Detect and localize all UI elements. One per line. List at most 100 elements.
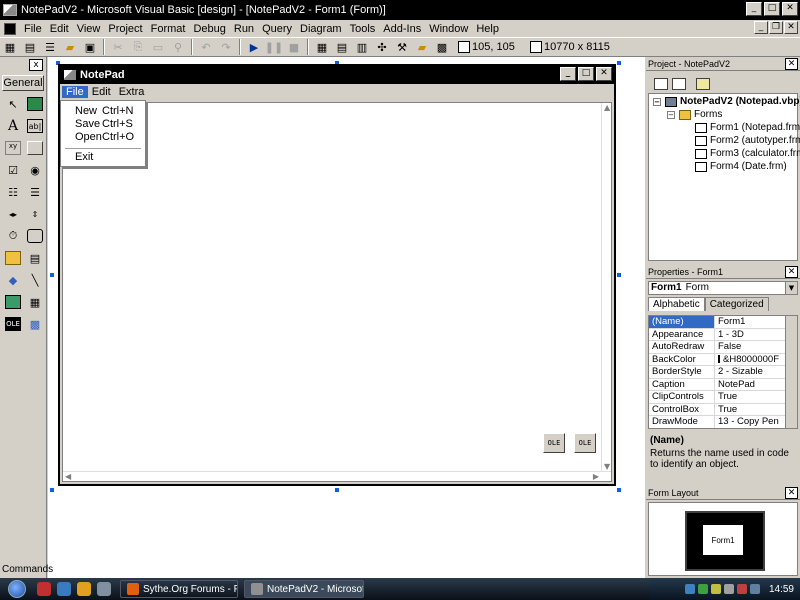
menu-debug[interactable]: Debug — [189, 23, 229, 35]
property-value[interactable]: &H8000000F — [715, 354, 779, 366]
frame-tool-icon[interactable]: xy — [2, 137, 24, 159]
line-tool-icon[interactable]: ╲ — [24, 269, 46, 291]
properties-window-icon[interactable]: ▤ — [333, 39, 351, 55]
property-row[interactable]: ClipControls True — [649, 391, 797, 404]
tray-icon[interactable] — [723, 584, 734, 594]
scroll-right-arrow[interactable]: ▶ — [593, 472, 599, 481]
minimize-button[interactable]: _ — [746, 2, 762, 16]
resize-handle[interactable] — [617, 273, 621, 277]
find-icon[interactable]: ⚲ — [169, 39, 187, 55]
taskbar-clock[interactable]: 14:59 — [769, 584, 794, 595]
project-explorer-icon[interactable]: ▦ — [313, 39, 331, 55]
tray-icon[interactable] — [736, 584, 747, 594]
form-maximize-button[interactable]: □ — [578, 67, 594, 81]
form-menu-extra[interactable]: Extra — [115, 86, 149, 98]
mdi-close-button[interactable]: ✕ — [784, 21, 798, 34]
form-minimize-button[interactable]: _ — [560, 67, 576, 81]
vscrollbar-tool-icon[interactable]: ⇕ — [24, 203, 46, 225]
open-project-icon[interactable]: ▰ — [61, 39, 79, 55]
view-code-icon[interactable] — [654, 78, 668, 90]
paste-icon[interactable]: ▭ — [149, 39, 167, 55]
taskbar-button-firefox[interactable]: Sythe.Org Forums - P... — [120, 580, 238, 598]
image-tool-icon[interactable] — [2, 291, 24, 313]
menu-query[interactable]: Query — [258, 23, 296, 35]
scroll-left-arrow[interactable]: ◀ — [65, 472, 71, 481]
menu-diagram[interactable]: Diagram — [296, 23, 346, 35]
tree-node-form[interactable]: Form4 (Date.frm) — [695, 161, 787, 172]
pointer-tool-icon[interactable]: ↖ — [2, 93, 24, 115]
menu-item-open[interactable]: Open Ctrl+O — [75, 131, 134, 143]
timer-tool-icon[interactable]: ⏱ — [2, 225, 24, 247]
menu-add-ins[interactable]: Add-Ins — [379, 23, 425, 35]
property-value[interactable]: True — [715, 404, 779, 416]
menu-project[interactable]: Project — [104, 23, 146, 35]
menu-format[interactable]: Format — [147, 23, 190, 35]
copy-icon[interactable]: ⎘ — [129, 39, 147, 55]
filelistbox-tool-icon[interactable]: ▤ — [24, 247, 46, 269]
ole-tool-icon[interactable]: OLE — [2, 313, 24, 335]
tree-node-form[interactable]: Form3 (calculator.frm) — [695, 148, 800, 159]
add-project-icon[interactable]: ▦ — [1, 39, 19, 55]
property-value[interactable]: NotePad — [715, 379, 779, 391]
quicklaunch-icon[interactable] — [57, 582, 71, 596]
property-value[interactable]: 2 - Sizable — [715, 366, 779, 378]
project-close-button[interactable]: ✕ — [785, 58, 798, 70]
property-row[interactable]: Appearance 1 - 3D — [649, 328, 797, 341]
property-row[interactable]: (Name) Form1 — [649, 316, 797, 329]
menu-edit[interactable]: Edit — [46, 23, 73, 35]
quicklaunch-icon[interactable] — [37, 582, 51, 596]
taskbar-button-vb[interactable]: NotePadV2 - Microsoft... — [244, 580, 364, 598]
mdi-minimize-button[interactable]: _ — [754, 21, 768, 34]
component-manager-icon[interactable]: ▩ — [433, 39, 451, 55]
menu-item-new[interactable]: New Ctrl+N — [75, 105, 133, 117]
data-view-icon[interactable]: ▰ — [413, 39, 431, 55]
form-preview[interactable]: Form1 — [701, 523, 745, 557]
textbox-tool-icon[interactable]: ab| — [24, 115, 46, 137]
resize-handle[interactable] — [50, 488, 54, 492]
toggle-folders-icon[interactable] — [696, 78, 710, 90]
menu-item-exit[interactable]: Exit — [75, 151, 93, 163]
save-project-icon[interactable]: ▣ — [81, 39, 99, 55]
resize-handle[interactable] — [617, 61, 621, 65]
mdi-restore-button[interactable]: ❐ — [769, 21, 783, 34]
object-selector[interactable]: Form1 Form ▼ — [648, 281, 798, 295]
property-row[interactable]: AutoRedraw False — [649, 341, 797, 354]
horizontal-scrollbar[interactable]: ◀ ▶ — [63, 471, 611, 481]
undo-icon[interactable]: ↶ — [197, 39, 215, 55]
property-row[interactable]: ControlBox True — [649, 403, 797, 416]
form-menu-edit[interactable]: Edit — [88, 86, 115, 98]
chevron-down-icon[interactable]: ▼ — [785, 282, 797, 294]
scroll-up-arrow[interactable]: ▲ — [604, 103, 610, 112]
menu-editor-icon[interactable]: ☰ — [41, 39, 59, 55]
maximize-button[interactable]: □ — [764, 2, 780, 16]
form-layout-icon[interactable]: ▥ — [353, 39, 371, 55]
tray-icon[interactable] — [684, 584, 695, 594]
tree-node-project[interactable]: − NotePadV2 (Notepad.vbp) — [653, 96, 800, 107]
property-value[interactable]: Form1 — [715, 316, 779, 328]
document-icon[interactable] — [4, 22, 16, 35]
commandbutton-tool-icon[interactable] — [24, 137, 46, 159]
menu-file[interactable]: File — [20, 23, 46, 35]
drivelistbox-tool-icon[interactable] — [24, 225, 46, 247]
object-browser-icon[interactable]: ✣ — [373, 39, 391, 55]
property-row[interactable]: Caption NotePad — [649, 378, 797, 391]
hscrollbar-tool-icon[interactable]: ◂▸ — [2, 203, 24, 225]
shape-tool-icon[interactable]: ◆ — [2, 269, 24, 291]
cut-icon[interactable]: ✂ — [109, 39, 127, 55]
close-button[interactable]: ✕ — [782, 2, 798, 16]
add-form-icon[interactable]: ▤ — [21, 39, 39, 55]
vertical-scrollbar[interactable]: ▲ ▼ — [601, 103, 611, 471]
picturebox-tool-icon[interactable] — [24, 93, 46, 115]
tree-node-form[interactable]: Form1 (Notepad.frm) — [695, 122, 800, 133]
toolbox-icon[interactable]: ⚒ — [393, 39, 411, 55]
resize-handle[interactable] — [335, 488, 339, 492]
menu-tools[interactable]: Tools — [346, 23, 380, 35]
label-tool-icon[interactable]: A — [2, 115, 24, 137]
ole-control-icon[interactable]: OLE — [543, 433, 565, 453]
listbox-tool-icon[interactable]: ☰ — [24, 181, 46, 203]
menu-view[interactable]: View — [73, 23, 105, 35]
form-close-button[interactable]: ✕ — [596, 67, 612, 81]
properties-close-button[interactable]: ✕ — [785, 266, 798, 278]
tree-node-form[interactable]: Form2 (autotyper.frm) — [695, 135, 800, 146]
tray-icon[interactable] — [710, 584, 721, 594]
